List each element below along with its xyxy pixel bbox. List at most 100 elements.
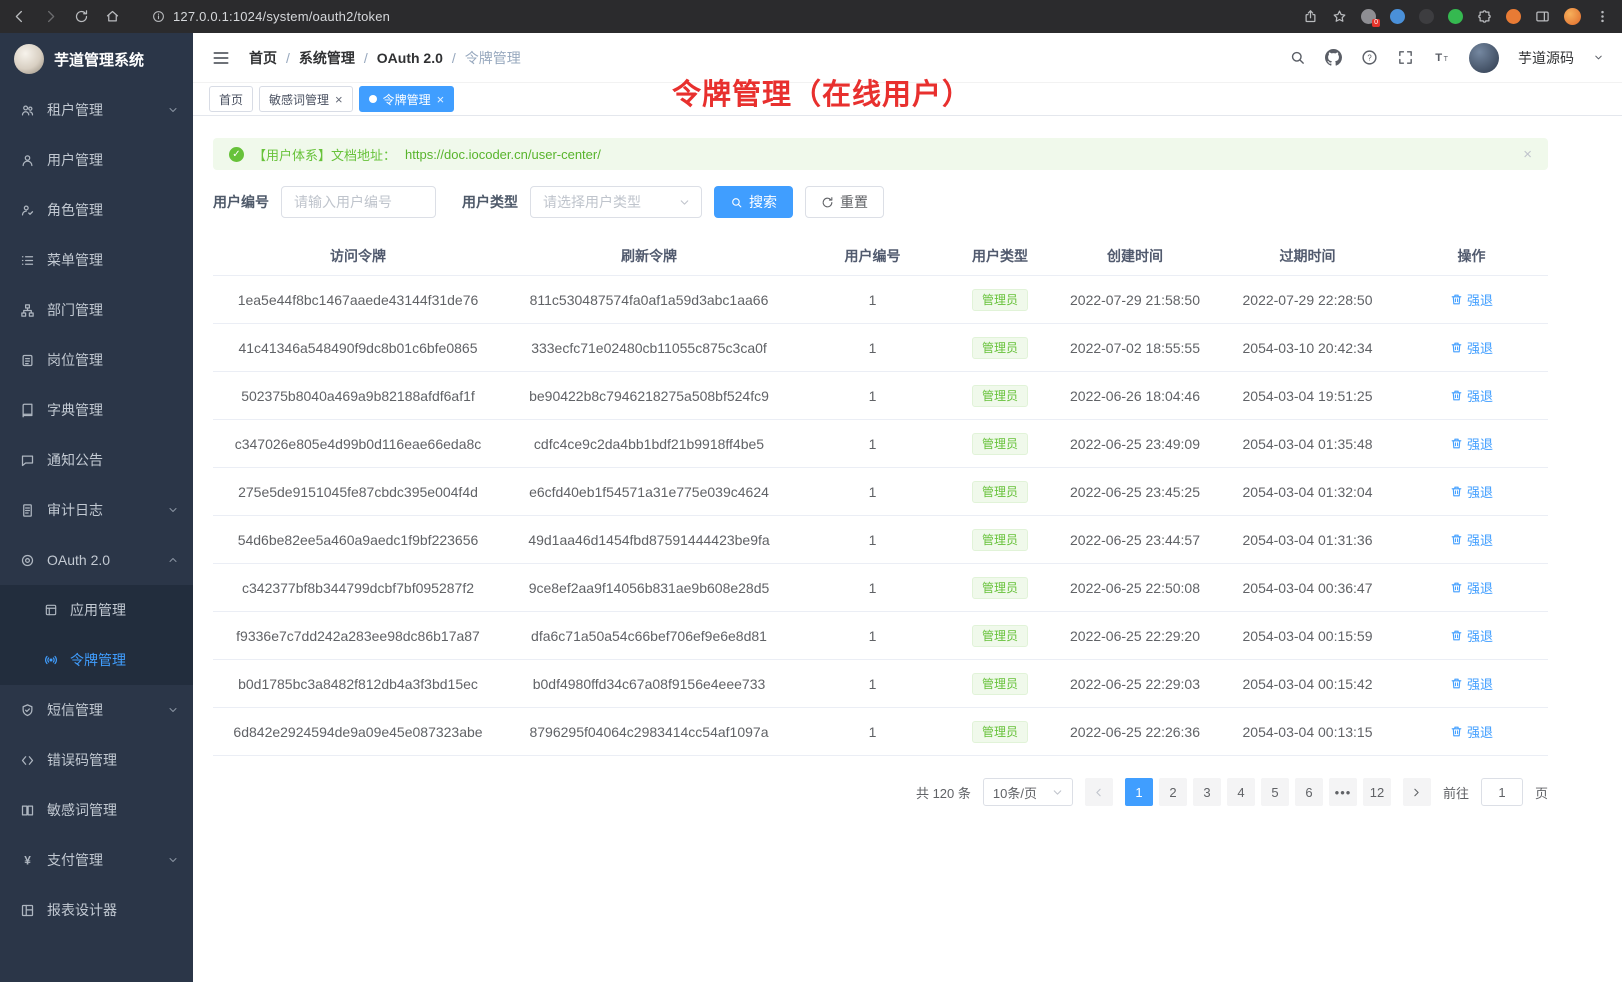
- tab-close-icon[interactable]: ×: [437, 93, 445, 106]
- page-button-3[interactable]: 3: [1193, 778, 1221, 806]
- chevron-down-icon: [167, 704, 179, 716]
- sidebar-item-字典管理[interactable]: 字典管理: [0, 385, 193, 435]
- page-button-5[interactable]: 5: [1261, 778, 1289, 806]
- log-doc-icon: [20, 503, 35, 518]
- menu-label: 岗位管理: [47, 350, 103, 370]
- sidebar-item-菜单管理[interactable]: 菜单管理: [0, 235, 193, 285]
- prev-page-button[interactable]: [1085, 778, 1113, 806]
- extension-icon[interactable]: 0: [1361, 9, 1376, 24]
- refresh-token-cell: e6cfd40eb1f54571a31e775e039c4624: [503, 484, 795, 500]
- sidebar-item-通知公告[interactable]: 通知公告: [0, 435, 193, 485]
- page-size-select[interactable]: 10条/页: [983, 778, 1073, 806]
- user-id-cell: 1: [795, 484, 950, 500]
- goto-page-input[interactable]: [1481, 778, 1523, 806]
- sidebar-item-短信管理[interactable]: 短信管理: [0, 685, 193, 735]
- browser-reload-icon[interactable]: [74, 9, 89, 24]
- trash-icon: [1450, 533, 1463, 546]
- sidebar-item-OAuth 2.0[interactable]: OAuth 2.0: [0, 535, 193, 585]
- user-type-cell: 管理员: [950, 577, 1050, 599]
- force-logout-button[interactable]: 强退: [1450, 338, 1493, 357]
- browser-home-icon[interactable]: [105, 9, 120, 24]
- extension-icon[interactable]: [1506, 9, 1521, 24]
- breadcrumb-item-oauth[interactable]: OAuth 2.0: [377, 50, 443, 66]
- sidebar-item-用户管理[interactable]: 用户管理: [0, 135, 193, 185]
- force-logout-button[interactable]: 强退: [1450, 386, 1493, 405]
- force-logout-button[interactable]: 强退: [1450, 626, 1493, 645]
- doc-link[interactable]: https://doc.iocoder.cn/user-center/: [405, 147, 601, 162]
- side-panel-icon[interactable]: [1535, 9, 1550, 24]
- extensions-puzzle-icon[interactable]: [1477, 9, 1492, 24]
- extension-icon[interactable]: [1390, 9, 1405, 24]
- tab-令牌管理[interactable]: 令牌管理×: [359, 86, 455, 112]
- next-page-button[interactable]: [1403, 778, 1431, 806]
- breadcrumb-item-system[interactable]: 系统管理: [299, 48, 355, 68]
- sidebar-item-租户管理[interactable]: 租户管理: [0, 85, 193, 135]
- force-logout-button[interactable]: 强退: [1450, 578, 1493, 597]
- share-icon[interactable]: [1303, 9, 1318, 24]
- sidebar-item-令牌管理[interactable]: 令牌管理: [0, 635, 193, 685]
- force-logout-button[interactable]: 强退: [1450, 674, 1493, 693]
- alert-close-icon[interactable]: ×: [1523, 146, 1532, 163]
- sidebar-toggle-icon[interactable]: [211, 48, 231, 68]
- user-id-input[interactable]: [281, 186, 436, 218]
- sidebar-item-角色管理[interactable]: 角色管理: [0, 185, 193, 235]
- sidebar-item-应用管理[interactable]: 应用管理: [0, 585, 193, 635]
- extension-icon[interactable]: [1448, 9, 1463, 24]
- reset-button[interactable]: 重置: [805, 186, 884, 218]
- extension-icon[interactable]: [1419, 9, 1434, 24]
- menu-label: 审计日志: [47, 500, 103, 520]
- sidebar-item-错误码管理[interactable]: 错误码管理: [0, 735, 193, 785]
- access-token-cell: 1ea5e44f8bc1467aaede43144f31de76: [213, 292, 503, 308]
- site-info-icon[interactable]: [152, 10, 165, 23]
- page-button-2[interactable]: 2: [1159, 778, 1187, 806]
- bookmark-star-icon[interactable]: [1332, 9, 1347, 24]
- user-name[interactable]: 芋道源码: [1518, 48, 1574, 68]
- refresh-token-cell: 8796295f04064c2983414cc54af1097a: [503, 724, 795, 740]
- tab-首页[interactable]: 首页: [209, 86, 253, 112]
- refresh-token-cell: 811c530487574fa0af1a59d3abc1aa66: [503, 292, 795, 308]
- sidebar-item-审计日志[interactable]: 审计日志: [0, 485, 193, 535]
- search-icon[interactable]: [1289, 49, 1306, 66]
- fullscreen-icon[interactable]: [1397, 49, 1414, 66]
- force-logout-button[interactable]: 强退: [1450, 290, 1493, 309]
- sidebar-item-报表设计器[interactable]: 报表设计器: [0, 885, 193, 935]
- expire-time-cell: 2054-03-10 20:42:34: [1220, 340, 1395, 356]
- user-menu-caret-icon[interactable]: [1593, 52, 1604, 63]
- breadcrumb-item-home[interactable]: 首页: [249, 48, 277, 68]
- action-cell: 强退: [1395, 338, 1548, 357]
- browser-back-icon[interactable]: [12, 9, 27, 24]
- expire-time-cell: 2054-03-04 00:15:59: [1220, 628, 1395, 644]
- browser-forward-icon[interactable]: [43, 9, 58, 24]
- force-logout-button[interactable]: 强退: [1450, 722, 1493, 741]
- sidebar-item-部门管理[interactable]: 部门管理: [0, 285, 193, 335]
- app-logo[interactable]: 芋道管理系统: [0, 33, 193, 85]
- help-icon[interactable]: ?: [1361, 49, 1378, 66]
- font-size-icon[interactable]: TT: [1433, 49, 1450, 66]
- force-logout-button[interactable]: 强退: [1450, 434, 1493, 453]
- browser-menu-icon[interactable]: [1595, 9, 1610, 24]
- sidebar-item-岗位管理[interactable]: 岗位管理: [0, 335, 193, 385]
- expire-time-cell: 2054-03-04 00:36:47: [1220, 580, 1395, 596]
- tab-close-icon[interactable]: ×: [335, 93, 343, 106]
- tab-敏感词管理[interactable]: 敏感词管理×: [259, 86, 353, 112]
- sidebar-item-敏感词管理[interactable]: 敏感词管理: [0, 785, 193, 835]
- github-icon[interactable]: [1325, 49, 1342, 66]
- pager-more-button[interactable]: •••: [1329, 778, 1357, 806]
- search-button[interactable]: 搜索: [714, 186, 793, 218]
- code-brackets-icon: [20, 753, 35, 768]
- user-type-cell: 管理员: [950, 721, 1050, 743]
- page-button-4[interactable]: 4: [1227, 778, 1255, 806]
- browser-profile-avatar[interactable]: [1564, 8, 1581, 25]
- page-button-6[interactable]: 6: [1295, 778, 1323, 806]
- page-button-1[interactable]: 1: [1125, 778, 1153, 806]
- sidebar-item-支付管理[interactable]: ¥支付管理: [0, 835, 193, 885]
- user-avatar[interactable]: [1469, 43, 1499, 73]
- force-logout-button[interactable]: 强退: [1450, 482, 1493, 501]
- action-cell: 强退: [1395, 722, 1548, 741]
- address-bar[interactable]: 127.0.0.1:1024/system/oauth2/token: [152, 9, 390, 24]
- search-icon: [730, 196, 743, 209]
- force-logout-button[interactable]: 强退: [1450, 530, 1493, 549]
- token-table: 访问令牌刷新令牌用户编号用户类型创建时间过期时间操作 1ea5e44f8bc14…: [213, 236, 1548, 756]
- user-type-select[interactable]: 请选择用户类型: [530, 186, 702, 218]
- page-button-12[interactable]: 12: [1363, 778, 1391, 806]
